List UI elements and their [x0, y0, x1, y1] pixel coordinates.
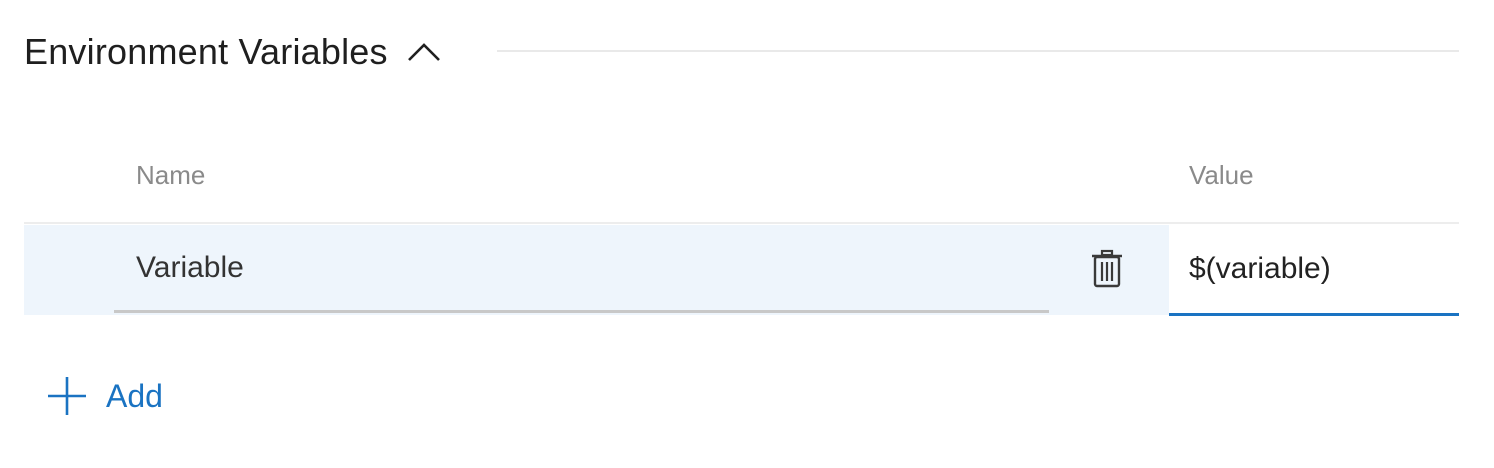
column-header-name: Name [136, 160, 206, 190]
section-title: Environment Variables [24, 31, 388, 72]
plus-icon [46, 375, 88, 417]
add-variable-button[interactable]: Add [46, 375, 163, 417]
section-header: Environment Variables [24, 26, 442, 78]
add-button-label: Add [106, 377, 163, 414]
table-header-divider [24, 222, 1459, 224]
variable-name-value: Variable [136, 250, 244, 284]
chevron-up-icon [407, 43, 440, 61]
variable-value-field[interactable]: $(variable) [1169, 225, 1459, 316]
column-header-value: Value [1189, 160, 1254, 190]
table-row: Variable $(variable) [24, 225, 1459, 316]
variable-value-text: $(variable) [1189, 252, 1331, 285]
delete-row-button[interactable] [1087, 247, 1127, 291]
collapse-toggle[interactable] [406, 34, 442, 70]
variable-name-field[interactable]: Variable [114, 225, 1049, 313]
environment-variables-panel: Environment Variables Name Value Variabl… [0, 0, 1494, 468]
trash-icon [1092, 249, 1122, 288]
section-divider [497, 50, 1459, 52]
